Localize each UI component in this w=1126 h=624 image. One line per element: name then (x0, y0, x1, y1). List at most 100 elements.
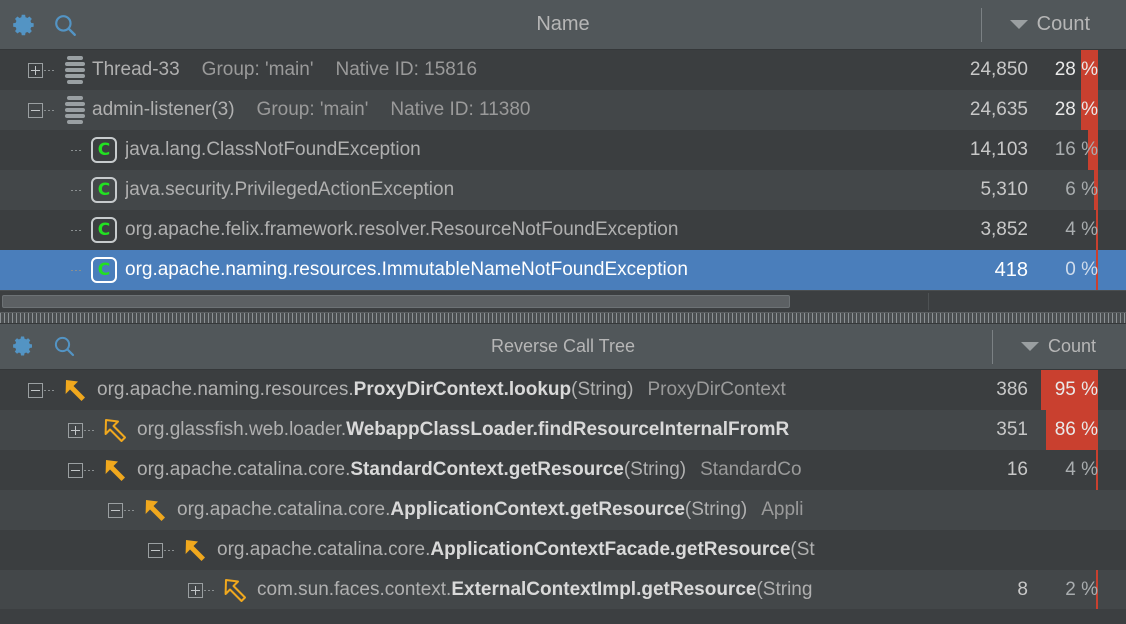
column-tick (928, 293, 929, 310)
count-value: 8 (1017, 579, 1028, 600)
tree-connector (71, 189, 83, 191)
tree-connector (124, 509, 136, 511)
expand-toggle-icon[interactable] (68, 422, 83, 438)
call-arrow-filled-icon (102, 456, 130, 484)
bottom-panel-title: Reverse Call Tree (490, 336, 636, 356)
reverse-call-tree[interactable]: org.apache.naming.resources.ProxyDirCont… (0, 370, 1126, 609)
collapse-toggle-icon[interactable] (68, 462, 83, 478)
table-row[interactable]: admin-listener(3) Group: 'main' Native ID:… (0, 90, 1126, 130)
call-arrow-filled-icon (182, 536, 210, 564)
tree-connector (164, 549, 176, 551)
name-cell: org.glassfish.web.loader.WebappClassLoad… (0, 416, 930, 444)
percent-cell: 4 % (1034, 450, 1126, 490)
search-icon[interactable] (52, 334, 78, 360)
tree-connector (71, 149, 83, 151)
class-icon: C (91, 177, 117, 203)
count-value: 3,852 (980, 219, 1028, 240)
expand-toggle-icon[interactable] (28, 62, 43, 78)
tree-connector (84, 469, 96, 471)
row-label: org.apache.felix.framework.resolver.Reso… (125, 219, 679, 240)
percent-cell (1034, 530, 1126, 570)
percent-cell: 0 % (1034, 250, 1126, 290)
percent-value: 16 % (1054, 139, 1098, 160)
top-header-icons (0, 12, 78, 38)
table-row[interactable]: org.apache.catalina.core.StandardContext… (0, 450, 1126, 490)
table-row[interactable]: org.apache.catalina.core.ApplicationCont… (0, 530, 1126, 570)
header-divider (980, 7, 982, 42)
percent-cell: 95 % (1034, 370, 1126, 410)
name-cell: Corg.apache.naming.resources.ImmutableNa… (0, 257, 930, 283)
collapse-toggle-icon[interactable] (28, 102, 43, 118)
collapse-toggle-icon[interactable] (108, 502, 123, 518)
row-label: org.apache.naming.resources.ProxyDirCont… (97, 379, 786, 400)
count-value: 386 (996, 379, 1028, 400)
name-cell: org.apache.catalina.core.ApplicationCont… (0, 496, 930, 524)
percent-cell: 4 % (1034, 210, 1126, 250)
gear-icon[interactable] (12, 12, 38, 38)
table-row[interactable]: org.apache.catalina.core.ApplicationCont… (0, 490, 1126, 530)
percent-value: 95 % (1054, 379, 1098, 400)
name-cell: com.sun.faces.context.ExternalContextImp… (0, 576, 930, 604)
class-icon: C (91, 257, 117, 283)
class-icon: C (91, 137, 117, 163)
collapse-toggle-icon[interactable] (28, 382, 43, 398)
count-value: 14,103 (969, 139, 1028, 160)
call-arrow-outline-icon (222, 576, 250, 604)
percent-value: 4 % (1065, 219, 1098, 240)
table-row[interactable]: com.sun.faces.context.ExternalContextImp… (0, 570, 1126, 609)
count-value: 351 (996, 419, 1028, 440)
tree-connector (204, 589, 216, 591)
percent-value: 4 % (1065, 459, 1098, 480)
gear-icon[interactable] (12, 334, 38, 360)
count-column-label: Count (1047, 336, 1096, 356)
tree-connector (71, 229, 83, 231)
table-row[interactable]: Corg.apache.naming.resources.ImmutableNa… (0, 250, 1126, 290)
top-panel-header: Name Count (0, 0, 1126, 50)
percent-cell: 6 % (1034, 170, 1126, 210)
row-label: org.glassfish.web.loader.WebappClassLoad… (137, 419, 790, 440)
row-label: com.sun.faces.context.ExternalContextImp… (257, 579, 813, 600)
table-row[interactable]: Cjava.lang.ClassNotFoundException 14,103 1… (0, 130, 1126, 170)
top-panel-count-header[interactable]: Count (980, 0, 1126, 49)
row-label: java.lang.ClassNotFoundException (125, 139, 421, 160)
exception-tree[interactable]: Thread-33 Group: 'main' Native ID: 15816 24… (0, 50, 1126, 290)
scrollbar-thumb[interactable] (2, 295, 790, 308)
search-icon[interactable] (52, 12, 78, 38)
thread-stack-icon (64, 55, 86, 85)
profiler-window: Name Count Thread-33 Group: 'main' Native … (0, 0, 1126, 624)
table-row[interactable]: Cjava.security.PrivilegedActionException… (0, 170, 1126, 210)
name-cell: org.apache.catalina.core.StandardContext… (0, 456, 930, 484)
chevron-down-icon[interactable] (1009, 20, 1028, 29)
header-divider (991, 329, 993, 364)
tree-connector (84, 429, 96, 431)
percent-cell: 28 % (1034, 90, 1126, 130)
table-row[interactable]: org.glassfish.web.loader.WebappClassLoad… (0, 410, 1126, 450)
call-arrow-filled-icon (142, 496, 170, 524)
expand-toggle-icon[interactable] (188, 582, 203, 598)
tree-connector (44, 69, 56, 71)
table-row[interactable]: org.apache.naming.resources.ProxyDirCont… (0, 370, 1126, 410)
name-cell: Cjava.lang.ClassNotFoundException (0, 137, 930, 163)
name-cell: Corg.apache.felix.framework.resolver.Res… (0, 217, 930, 243)
percent-value: 86 % (1054, 419, 1098, 440)
percent-cell: 16 % (1034, 130, 1126, 170)
scrollbar-track[interactable] (0, 293, 1126, 310)
class-icon: C (91, 217, 117, 243)
name-cell: Cjava.security.PrivilegedActionException (0, 177, 930, 203)
bottom-panel-count-header[interactable]: Count (991, 324, 1126, 369)
name-cell: org.apache.catalina.core.ApplicationCont… (0, 536, 930, 564)
count-value: 24,635 (969, 99, 1028, 120)
percent-value: 28 % (1054, 59, 1098, 80)
thread-stack-icon (64, 95, 86, 125)
horizontal-scrollbar[interactable] (0, 290, 1126, 312)
row-label: java.security.PrivilegedActionException (125, 179, 455, 200)
table-row[interactable]: Corg.apache.felix.framework.resolver.Res… (0, 210, 1126, 250)
name-cell: admin-listener(3) Group: 'main' Native ID:… (0, 95, 930, 125)
chevron-down-icon[interactable] (1020, 342, 1039, 351)
percent-value: 6 % (1065, 179, 1098, 200)
collapse-toggle-icon[interactable] (148, 542, 163, 558)
table-row[interactable]: Thread-33 Group: 'main' Native ID: 15816 24… (0, 50, 1126, 90)
count-value: 16 (1006, 459, 1028, 480)
percent-cell: 2 % (1034, 570, 1126, 609)
panel-splitter[interactable] (0, 312, 1126, 324)
